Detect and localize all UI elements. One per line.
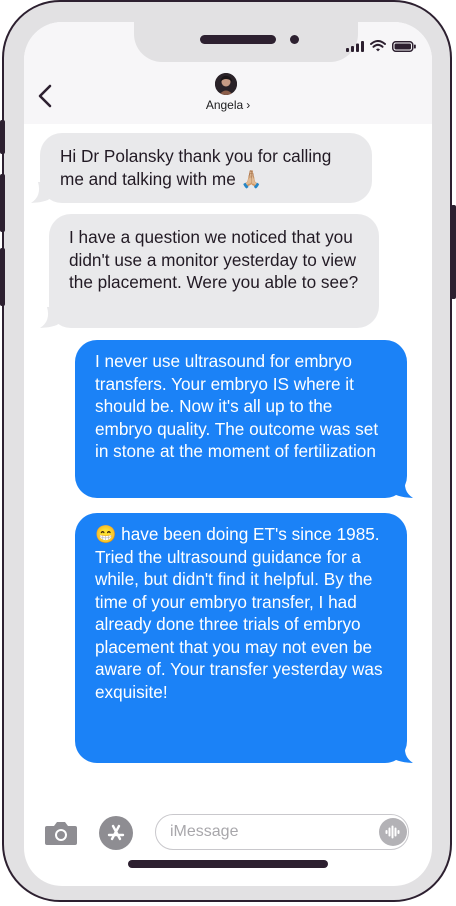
contact-name-button[interactable]: Angela › bbox=[24, 98, 432, 112]
chevron-right-icon: › bbox=[246, 98, 251, 112]
contact-avatar[interactable] bbox=[215, 73, 237, 95]
battery-icon bbox=[392, 40, 416, 52]
side-button-left-2 bbox=[0, 174, 5, 232]
message-bubble-sent[interactable]: I never use ultrasound for embryo transf… bbox=[75, 340, 407, 498]
camera-button[interactable] bbox=[44, 820, 78, 846]
message-text: 😁 have been doing ET's since 1985. Tried… bbox=[95, 524, 383, 702]
message-bubble-received[interactable]: I have a question we noticed that you di… bbox=[49, 214, 379, 328]
side-button-right bbox=[451, 205, 456, 299]
wifi-icon bbox=[370, 40, 386, 52]
front-camera bbox=[290, 35, 299, 44]
side-button-left-3 bbox=[0, 248, 5, 306]
phone-screen: Angela › Hi Dr Polansky thank you for cal… bbox=[24, 22, 432, 886]
status-bar bbox=[346, 40, 416, 52]
message-text: I never use ultrasound for embryo transf… bbox=[95, 351, 379, 461]
message-bubble-sent[interactable]: 😁 have been doing ET's since 1985. Tried… bbox=[75, 513, 407, 763]
app-store-button[interactable] bbox=[99, 816, 133, 850]
contact-name: Angela bbox=[205, 98, 244, 112]
avatar-photo bbox=[215, 73, 237, 95]
home-indicator[interactable] bbox=[128, 860, 328, 868]
notch bbox=[134, 22, 358, 62]
audio-message-button[interactable] bbox=[379, 818, 407, 846]
compose-bar bbox=[24, 808, 432, 858]
speaker bbox=[200, 35, 276, 44]
message-text: Hi Dr Polansky thank you for calling me … bbox=[60, 146, 332, 189]
message-bubble-received[interactable]: Hi Dr Polansky thank you for calling me … bbox=[40, 133, 372, 203]
message-input[interactable] bbox=[155, 814, 409, 850]
camera-icon bbox=[45, 822, 77, 845]
app-store-icon bbox=[107, 824, 125, 841]
cellular-signal-icon bbox=[346, 40, 364, 52]
waveform-icon bbox=[385, 825, 400, 839]
message-text: I have a question we noticed that you di… bbox=[69, 227, 359, 292]
side-button-left-1 bbox=[0, 120, 5, 154]
